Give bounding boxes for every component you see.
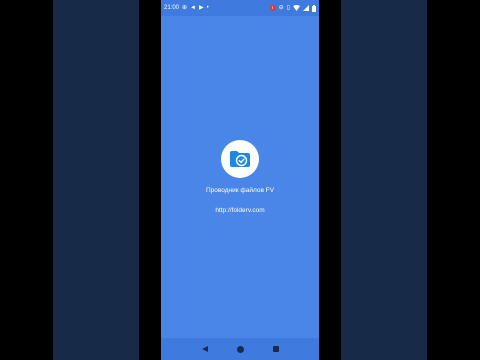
play-store-icon: ▶	[199, 5, 204, 11]
left-background-panel	[53, 0, 139, 360]
status-bar: 21:00 ⊕ ◄ ▶ • ! ⊖ ▯	[161, 0, 319, 16]
status-left: 21:00 ⊕ ◄ ▶ •	[164, 5, 209, 11]
vibrate-icon: ▯	[286, 5, 290, 11]
folder-check-icon	[230, 151, 250, 167]
navigation-bar	[161, 338, 319, 360]
app-logo	[221, 140, 259, 178]
right-background-panel	[341, 0, 427, 360]
home-icon[interactable]	[236, 345, 244, 353]
signal-icon	[303, 5, 309, 11]
status-time: 21:00	[164, 5, 180, 11]
minus-circle-icon: ⊖	[278, 5, 284, 11]
settings-circle-icon: ⊕	[182, 5, 188, 11]
red-notification-icon: !	[269, 5, 276, 11]
status-right: ! ⊖ ▯	[269, 4, 316, 12]
battery-icon	[312, 4, 316, 12]
back-icon[interactable]	[201, 346, 208, 352]
app-url-link[interactable]: http://folderv.com	[161, 207, 319, 214]
app-name: Проводник файлов FV	[205, 187, 275, 194]
dot-icon: •	[206, 5, 209, 11]
splash-content: Проводник файлов FV http://folderv.com	[161, 140, 319, 214]
wifi-icon	[293, 5, 300, 11]
phone-screen: 21:00 ⊕ ◄ ▶ • ! ⊖ ▯ Проводник файлов FV …	[161, 0, 319, 360]
recents-icon[interactable]	[272, 346, 279, 352]
telegram-icon: ◄	[190, 5, 196, 11]
